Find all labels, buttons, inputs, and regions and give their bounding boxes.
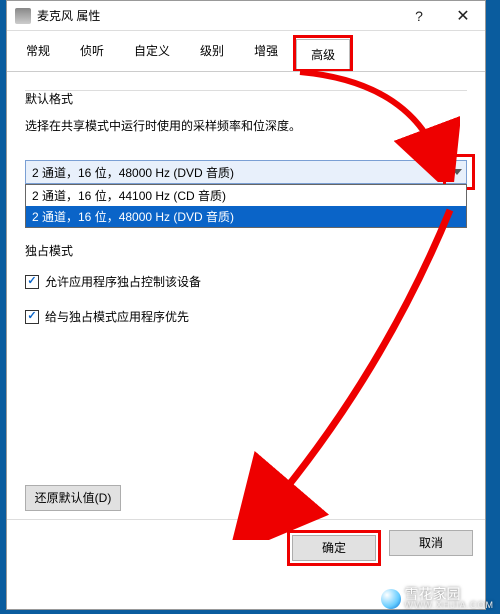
tab-general[interactable]: 常规 xyxy=(11,35,65,71)
tab-levels[interactable]: 级别 xyxy=(185,35,239,71)
watermark-logo-icon xyxy=(381,589,401,609)
help-button[interactable]: ? xyxy=(397,1,441,30)
watermark-text: 雪花家园 xyxy=(405,587,495,601)
tab-enhance[interactable]: 增强 xyxy=(239,35,293,71)
watermark: 雪花家园 WWW.XHJIA.COM xyxy=(381,587,495,610)
format-option-0[interactable]: 2 通道，16 位，44100 Hz (CD 音质) xyxy=(26,185,466,206)
format-combobox[interactable]: 2 通道，16 位，48000 Hz (DVD 音质) xyxy=(25,160,467,184)
cancel-button[interactable]: 取消 xyxy=(389,530,473,556)
format-combo-wrap: 2 通道，16 位，48000 Hz (DVD 音质) 2 通道，16 位，44… xyxy=(25,160,467,184)
tab-listen[interactable]: 侦听 xyxy=(65,35,119,71)
restore-defaults-button[interactable]: 还原默认值(D) xyxy=(25,485,121,511)
tab-advanced[interactable]: 高级 xyxy=(296,39,350,69)
exclusive-mode-title: 独占模式 xyxy=(25,242,467,259)
default-format-group: 默认格式 选择在共享模式中运行时使用的采样频率和位深度。 2 通道，16 位，4… xyxy=(25,90,467,194)
titlebar: 麦克风 属性 ? ✕ xyxy=(7,1,485,31)
default-format-desc: 选择在共享模式中运行时使用的采样频率和位深度。 xyxy=(25,117,467,134)
format-option-1[interactable]: 2 通道，16 位，48000 Hz (DVD 音质) xyxy=(26,206,466,227)
window-title: 麦克风 属性 xyxy=(37,7,397,24)
tab-custom[interactable]: 自定义 xyxy=(119,35,185,71)
checkbox-allow-exclusive[interactable] xyxy=(25,275,39,289)
close-button[interactable]: ✕ xyxy=(441,1,485,30)
checkbox-allow-exclusive-label: 允许应用程序独占控制该设备 xyxy=(45,273,201,290)
tab-content: 默认格式 选择在共享模式中运行时使用的采样频率和位深度。 2 通道，16 位，4… xyxy=(7,72,485,519)
format-selected: 2 通道，16 位，48000 Hz (DVD 音质) xyxy=(32,164,234,181)
microphone-properties-window: 麦克风 属性 ? ✕ 常规 侦听 自定义 级别 增强 高级 默认格式 选择在共享… xyxy=(6,0,486,610)
checkbox-priority-exclusive-label: 给与独占模式应用程序优先 xyxy=(45,308,189,325)
ok-button[interactable]: 确定 xyxy=(292,535,376,561)
tab-strip: 常规 侦听 自定义 级别 增强 高级 xyxy=(7,31,485,72)
highlight-advanced-tab: 高级 xyxy=(293,35,353,71)
highlight-ok-button: 确定 xyxy=(287,530,381,566)
mic-icon xyxy=(15,8,31,24)
watermark-sub: WWW.XHJIA.COM xyxy=(405,601,495,610)
default-format-title: 默认格式 xyxy=(25,90,467,107)
chevron-down-icon[interactable] xyxy=(445,160,467,184)
dialog-footer: 确定 取消 xyxy=(7,519,485,576)
checkbox-priority-exclusive[interactable] xyxy=(25,310,39,324)
format-dropdown: 2 通道，16 位，44100 Hz (CD 音质) 2 通道，16 位，480… xyxy=(25,184,467,228)
exclusive-mode-group: 独占模式 允许应用程序独占控制该设备 给与独占模式应用程序优先 xyxy=(25,242,467,325)
